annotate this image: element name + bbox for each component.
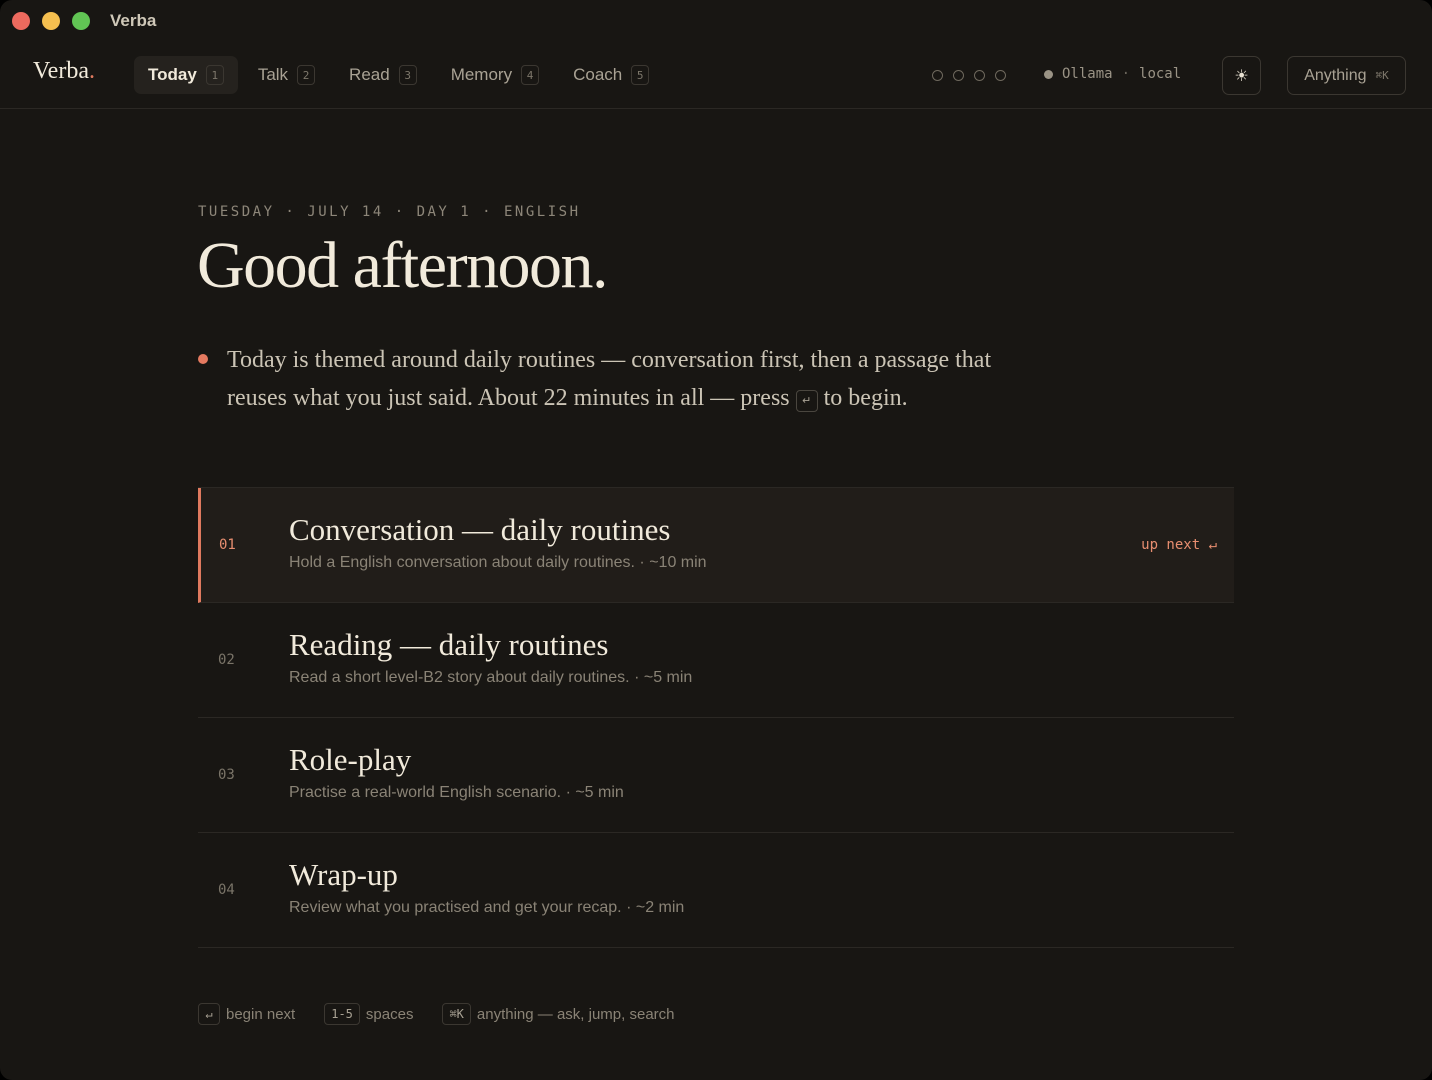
step-description: Review what you practised and get your r…: [289, 899, 685, 916]
hint-label: anything — ask, jump, search: [476, 1005, 675, 1023]
hint-key: 1-5: [324, 1003, 360, 1025]
tab-shortcut: 1: [205, 65, 224, 85]
sun-icon: ☀: [1234, 67, 1249, 85]
window-title: Verba: [110, 11, 157, 30]
title-bar: Verba: [0, 0, 1432, 42]
intro-text: Today is themed around daily routines — …: [227, 341, 1047, 417]
enter-key-icon: ↵: [795, 390, 818, 412]
step-title: Wrap-up: [289, 857, 398, 892]
hint-label: begin next: [226, 1005, 296, 1023]
model-status: Ollama · local: [1044, 66, 1181, 82]
keyboard-hints: ↵ begin next 1-5 spaces ⌘K anything — as…: [198, 1003, 704, 1025]
app-window: Verba Verba. Today 1 Talk 2 Read 3 Memor…: [0, 0, 1432, 1080]
anything-shortcut: ⌘K: [1375, 69, 1389, 82]
step-description: Read a short level-B2 story about daily …: [289, 669, 693, 686]
anything-button[interactable]: Anything ⌘K: [1287, 56, 1406, 95]
up-next-badge: up next ↵: [1141, 537, 1217, 553]
model-mode: local: [1139, 66, 1182, 82]
hint-spaces: 1-5 spaces: [324, 1003, 413, 1025]
progress-dot: [953, 70, 964, 81]
tab-shortcut: 5: [631, 65, 650, 85]
theme-toggle-button[interactable]: ☀: [1222, 56, 1261, 95]
tab-today[interactable]: Today 1: [134, 56, 238, 94]
close-window-button[interactable]: [12, 12, 30, 30]
intro-bullet: [198, 354, 208, 364]
tab-label: Talk: [257, 65, 289, 84]
maximize-window-button[interactable]: [72, 12, 90, 30]
tab-shortcut: 3: [398, 65, 417, 85]
minimize-window-button[interactable]: [42, 12, 60, 30]
status-separator: ·: [1121, 66, 1131, 82]
anything-label: Anything: [1304, 66, 1367, 84]
step-item-role-play[interactable]: 03 Role-play Practise a real-world Engli…: [198, 718, 1234, 833]
date-line: TUESDAY · JULY 14 · DAY 1 · ENGLISH: [198, 204, 581, 220]
step-list: 01 Conversation — daily routines Hold a …: [198, 487, 1234, 948]
intro-text-after: to begin.: [823, 385, 908, 411]
nav-tabs: Today 1 Talk 2 Read 3 Memory 4 Coach 5: [134, 56, 669, 94]
tab-shortcut: 4: [521, 65, 540, 85]
step-number: 04: [218, 882, 235, 898]
tab-label: Coach: [573, 65, 623, 84]
app-logo[interactable]: Verba.: [33, 58, 95, 85]
hint-key: ⌘K: [442, 1003, 471, 1025]
status-indicator: [1044, 69, 1053, 79]
model-name: Ollama: [1062, 66, 1113, 82]
logo-dot: .: [88, 58, 95, 84]
progress-dot: [974, 70, 985, 81]
page-title: Good afternoon.: [197, 229, 609, 302]
progress-dots: [932, 70, 1006, 81]
step-number: 01: [219, 537, 236, 553]
step-title: Conversation — daily routines: [289, 512, 671, 547]
progress-dot: [932, 70, 943, 81]
step-number: 03: [218, 767, 235, 783]
hint-begin-next: ↵ begin next: [198, 1003, 295, 1025]
tab-label: Memory: [450, 65, 513, 84]
step-description: Practise a real-world English scenario. …: [289, 784, 624, 801]
step-item-wrap-up[interactable]: 04 Wrap-up Review what you practised and…: [198, 833, 1234, 948]
step-description: Hold a English conversation about daily …: [289, 554, 707, 571]
logo-text: Verba: [33, 58, 89, 84]
tab-talk[interactable]: Talk 2: [244, 56, 329, 94]
step-item-reading[interactable]: 02 Reading — daily routines Read a short…: [198, 603, 1234, 718]
tab-coach[interactable]: Coach 5: [559, 56, 663, 94]
tab-read[interactable]: Read 3: [335, 56, 431, 94]
step-title: Reading — daily routines: [289, 627, 609, 662]
tab-label: Read: [349, 65, 390, 84]
progress-dot: [995, 70, 1006, 81]
step-item-conversation[interactable]: 01 Conversation — daily routines Hold a …: [198, 488, 1234, 603]
tab-memory[interactable]: Memory 4: [437, 56, 553, 94]
tab-shortcut: 2: [297, 65, 316, 85]
hint-anything: ⌘K anything — ask, jump, search: [442, 1003, 675, 1025]
top-nav: Verba. Today 1 Talk 2 Read 3 Memory 4 Co…: [0, 42, 1432, 109]
hint-label: spaces: [365, 1005, 414, 1023]
enter-key-icon: ↵: [198, 1003, 220, 1025]
step-title: Role-play: [289, 742, 412, 777]
tab-label: Today: [148, 65, 197, 84]
step-number: 02: [218, 652, 235, 668]
